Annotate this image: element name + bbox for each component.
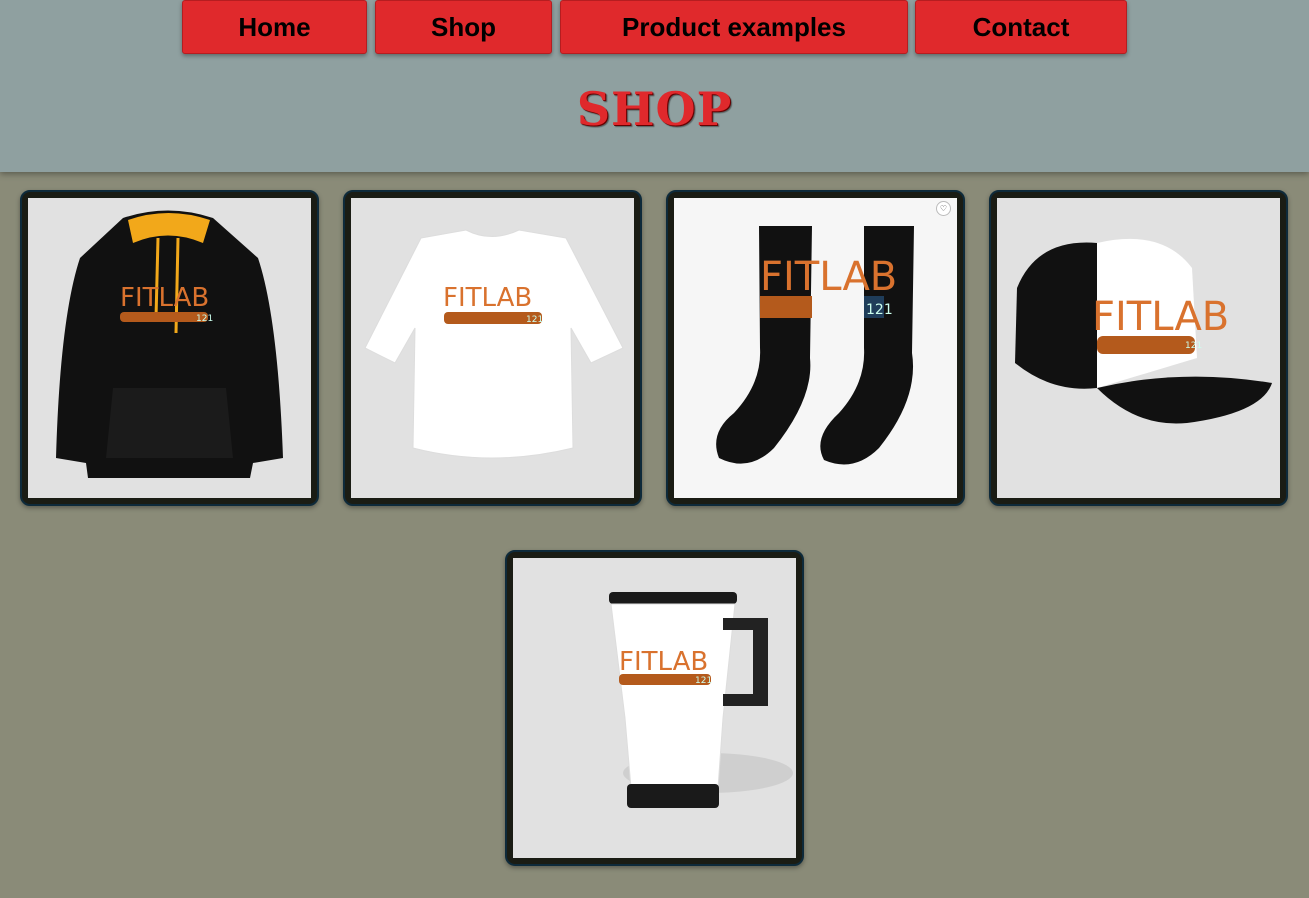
product-card-crop-tshirt[interactable]: FITLAB 121 bbox=[343, 190, 642, 506]
product-image-travel-mug: FITLAB 121 bbox=[513, 558, 796, 858]
svg-text:FITLAB: FITLAB bbox=[443, 283, 532, 313]
page-header: Home Shop Product examples Contact SHOP bbox=[0, 0, 1309, 172]
main-nav: Home Shop Product examples Contact bbox=[0, 0, 1309, 56]
svg-text:FITLAB: FITLAB bbox=[619, 647, 708, 677]
svg-text:FITLAB: FITLAB bbox=[1092, 294, 1229, 340]
svg-text:121: 121 bbox=[866, 302, 893, 318]
nav-home-button[interactable]: Home bbox=[182, 0, 367, 54]
svg-text:FITLAB: FITLAB bbox=[120, 283, 209, 313]
product-image-crop-tshirt: FITLAB 121 bbox=[351, 198, 634, 498]
svg-text:FITLAB: FITLAB bbox=[760, 254, 897, 300]
product-image-socks: FITLAB 121 ♡ bbox=[674, 198, 957, 498]
svg-text:121: 121 bbox=[695, 676, 712, 686]
nav-contact-button[interactable]: Contact bbox=[915, 0, 1127, 54]
product-card-socks[interactable]: FITLAB 121 ♡ bbox=[666, 190, 965, 506]
heart-icon[interactable]: ♡ bbox=[936, 201, 951, 216]
svg-text:121: 121 bbox=[196, 314, 213, 324]
nav-product-examples-button[interactable]: Product examples bbox=[560, 0, 908, 54]
page-title: SHOP bbox=[576, 82, 733, 136]
product-card-trucker-cap[interactable]: FITLAB 121 bbox=[989, 190, 1288, 506]
product-card-hoodie[interactable]: FITLAB 121 bbox=[20, 190, 319, 506]
nav-shop-button[interactable]: Shop bbox=[375, 0, 552, 54]
product-card-travel-mug[interactable]: FITLAB 121 bbox=[505, 550, 804, 866]
product-image-trucker-cap: FITLAB 121 bbox=[997, 198, 1280, 498]
svg-text:121: 121 bbox=[526, 315, 543, 325]
svg-text:121: 121 bbox=[1185, 341, 1202, 351]
product-image-hoodie: FITLAB 121 bbox=[28, 198, 311, 498]
